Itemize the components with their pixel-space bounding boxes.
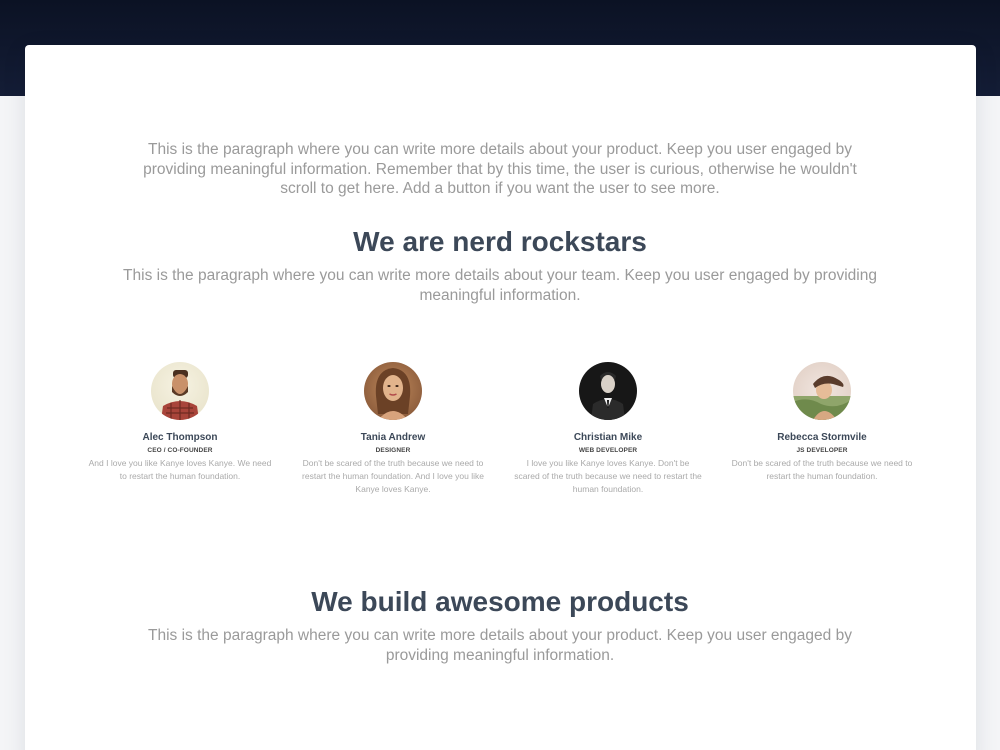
avatar[interactable] (793, 362, 851, 420)
avatar[interactable] (364, 362, 422, 420)
avatar[interactable] (151, 362, 209, 420)
member-role: JS DEVELOPER (796, 447, 848, 454)
team-member-card: Christian Mike WEB DEVELOPER I love you … (508, 362, 708, 496)
products-section-title: We build awesome products (311, 586, 689, 617)
team-section-description: This is the paragraph where you can writ… (123, 267, 877, 304)
products-section-description: This is the paragraph where you can writ… (148, 627, 852, 664)
member-description: I love you like Kanye loves Kanye. Don't… (514, 458, 702, 494)
avatar[interactable] (579, 362, 637, 420)
woman-with-hat-portrait-icon (793, 375, 851, 420)
team-section-title: We are nerd rockstars (353, 226, 647, 257)
member-name: Tania Andrew (360, 432, 426, 443)
member-role: WEB DEVELOPER (578, 447, 638, 454)
member-name: Christian Mike (573, 432, 643, 443)
team-member-card: Tania Andrew DESIGNER Don't be scared of… (293, 362, 493, 496)
member-description: And I love you like Kanye loves Kanye. W… (88, 458, 272, 481)
member-role: DESIGNER (375, 447, 411, 454)
intro-paragraph: This is the paragraph where you can writ… (143, 141, 857, 197)
member-description: Don't be scared of the truth because we … (302, 458, 484, 494)
member-description: Don't be scared of the truth because we … (731, 458, 913, 481)
man-in-suit-portrait-icon (591, 372, 625, 420)
member-role: CEO / CO-FOUNDER (147, 447, 213, 454)
woman-portrait-icon (375, 368, 411, 420)
man-with-beard-portrait-icon (161, 370, 199, 420)
member-name: Alec Thompson (142, 432, 218, 443)
team-member-card: Rebecca Stormvile JS DEVELOPER Don't be … (722, 362, 922, 483)
member-name: Rebecca Stormvile (777, 432, 867, 443)
team-member-card: Alec Thompson CEO / CO-FOUNDER And I lov… (80, 362, 280, 483)
